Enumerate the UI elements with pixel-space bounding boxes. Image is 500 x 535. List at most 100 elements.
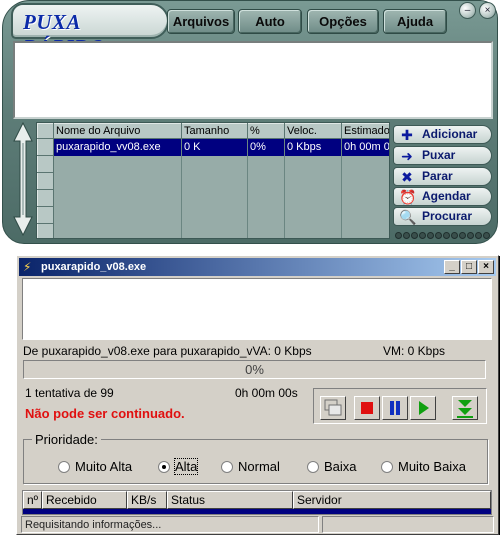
dialog-titlebar[interactable]: ⚡ puxarapido_v08.exe _ □ × [19, 258, 496, 276]
priority-group: Prioridade: Muito Alta Alta Normal Baixa… [23, 432, 488, 484]
col-header-percent[interactable]: % [247, 123, 285, 139]
magnifier-icon: 🔍 [399, 209, 417, 225]
radio-circle[interactable] [381, 461, 393, 473]
pause-button[interactable] [382, 396, 408, 420]
file-name-cell[interactable]: puxarapido_vv08.exe [53, 138, 182, 156]
menu-opcoes[interactable]: Opções [307, 9, 379, 34]
table-row [37, 223, 389, 238]
priority-muito-baixa[interactable]: Muito Baixa [381, 459, 466, 474]
attempts-label: 1 tentativa de 99 [25, 386, 114, 400]
x-icon: ✖ [401, 169, 413, 185]
radio-label: Normal [238, 459, 280, 474]
progress-bar: 0% [23, 360, 486, 379]
col-header-tamanho[interactable]: Tamanho [181, 123, 248, 139]
priority-muito-alta[interactable]: Muito Alta [58, 459, 132, 474]
row-header [37, 155, 54, 173]
status-text: Requisitando informações... [21, 516, 319, 533]
priority-alta[interactable]: Alta [158, 458, 199, 475]
avg-speed: VM: 0 Kbps [383, 344, 446, 358]
schedule-button[interactable]: ⏰ Agendar [393, 187, 492, 206]
radio-circle-selected[interactable] [158, 461, 170, 473]
row-header [37, 172, 54, 190]
col-header-numero[interactable]: nº [23, 491, 42, 509]
title-tab[interactable]: PUXA RÁPIDO [11, 3, 169, 59]
download-button[interactable]: ➜ Puxar [393, 146, 492, 165]
dialog-maximize-button[interactable]: □ [461, 260, 477, 274]
table-row [37, 206, 389, 224]
dialog-close-button[interactable]: × [478, 260, 494, 274]
transfer-info: De puxarapido_v08.exe para puxarapido_vV… [23, 344, 312, 358]
col-header-recebido[interactable]: Recebido [42, 491, 127, 509]
col-header-kbs[interactable]: KB/s [127, 491, 167, 509]
stop-transfer-button[interactable] [354, 396, 380, 420]
dialog-info-area [22, 278, 492, 340]
transfer-controls [313, 388, 487, 424]
table-row [37, 189, 389, 207]
table-row [37, 155, 389, 173]
row-header[interactable] [37, 138, 54, 156]
corner-header [37, 123, 54, 139]
add-button[interactable]: ✚ Adicionar [393, 125, 492, 144]
radio-label: Alta [173, 458, 199, 475]
error-message: Não pode ser continuado. [25, 406, 185, 421]
elapsed-time: 0h 00m 00s [235, 386, 298, 400]
file-speed-cell[interactable]: 0 Kbps [284, 138, 342, 156]
arrow-right-icon: ➜ [401, 148, 413, 164]
minimize-button[interactable]: – [459, 2, 476, 19]
radio-label: Baixa [324, 459, 357, 474]
menu-ajuda[interactable]: Ajuda [383, 9, 447, 34]
download-icon: ⚡ [23, 260, 32, 274]
stop-label: Parar [422, 169, 453, 183]
table-row[interactable]: puxarapido_vv08.exe 0 K 0% 0 Kbps 0h 00m… [37, 138, 389, 156]
radio-circle[interactable] [221, 461, 233, 473]
radio-label: Muito Alta [75, 459, 133, 474]
status-panel-2 [322, 516, 494, 533]
radio-circle[interactable] [307, 461, 319, 473]
file-eta-cell[interactable]: 0h 00m 00s [341, 138, 389, 156]
status-bar: Requisitando informações... [19, 516, 496, 534]
main-window: PUXA RÁPIDO Arquivos Auto Opções Ajuda –… [2, 0, 498, 244]
up-down-arrows-icon[interactable] [10, 121, 36, 237]
col-header-veloc[interactable]: Veloc. [284, 123, 342, 139]
stop-square-icon [361, 402, 373, 414]
file-percent-cell[interactable]: 0% [247, 138, 285, 156]
stop-button[interactable]: ✖ Parar [393, 167, 492, 186]
table-row [37, 172, 389, 190]
play-icon [419, 401, 429, 415]
col-header-estimado[interactable]: Estimado [341, 123, 389, 139]
priority-legend: Prioridade: [32, 432, 101, 447]
radio-circle[interactable] [58, 461, 70, 473]
reorder-arrows[interactable] [10, 121, 36, 237]
row-header [37, 223, 54, 238]
file-size-cell[interactable]: 0 K [181, 138, 248, 156]
col-header-status[interactable]: Status [167, 491, 293, 509]
info-area [13, 41, 493, 119]
search-label: Procurar [422, 209, 473, 223]
close-button[interactable]: × [479, 2, 496, 19]
col-header-servidor[interactable]: Servidor [293, 491, 491, 509]
search-button[interactable]: 🔍 Procurar [393, 207, 492, 226]
download-dialog: ⚡ puxarapido_v08.exe _ □ × De puxarapido… [16, 255, 499, 535]
priority-baixa[interactable]: Baixa [307, 459, 357, 474]
radio-label: Muito Baixa [398, 459, 466, 474]
row-header [37, 206, 54, 224]
col-header-nome[interactable]: Nome do Arquivo [53, 123, 182, 139]
file-list[interactable]: Nome do Arquivo Tamanho % Veloc. Estimad… [36, 122, 390, 239]
status-dots [395, 230, 491, 239]
pause-icon [390, 401, 400, 415]
play-button[interactable] [410, 396, 436, 420]
move-down-button[interactable] [452, 396, 478, 420]
segments-button[interactable] [320, 396, 346, 420]
download-label: Puxar [422, 148, 456, 162]
menu-arquivos[interactable]: Arquivos [167, 9, 235, 34]
clock-icon: ⏰ [399, 189, 417, 205]
connections-table[interactable]: nº Recebido KB/s Status Servidor [22, 490, 492, 515]
dialog-title: puxarapido_v08.exe [41, 261, 147, 273]
progress-text: 0% [245, 362, 264, 377]
plus-icon: ✚ [401, 127, 413, 143]
double-arrow-down-icon [457, 400, 473, 418]
dialog-minimize-button[interactable]: _ [444, 260, 460, 274]
priority-normal[interactable]: Normal [221, 459, 280, 474]
menu-auto[interactable]: Auto [238, 9, 302, 34]
segments-icon [324, 399, 342, 416]
